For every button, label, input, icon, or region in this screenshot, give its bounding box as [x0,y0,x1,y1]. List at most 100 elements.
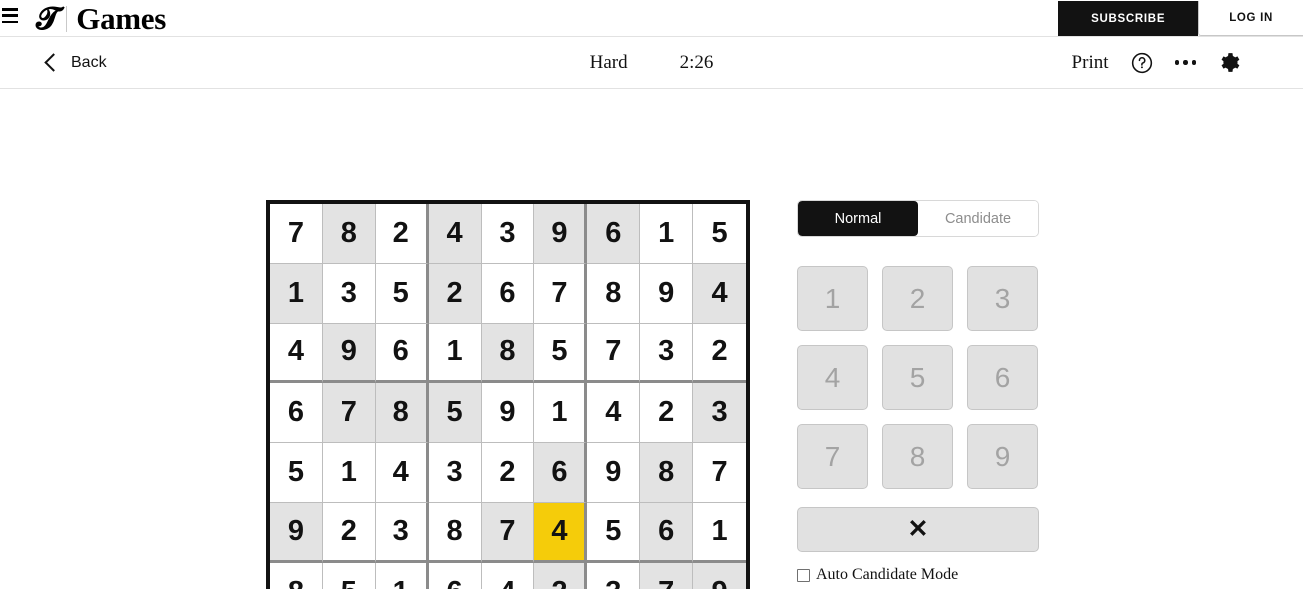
hamburger-icon[interactable] [2,8,18,23]
control-panel: Normal Candidate 123 456 789 ✕ Auto Candid… [797,200,1039,584]
sudoku-cell-r5c4[interactable]: 3 [428,443,482,503]
sudoku-cell-r3c5[interactable]: 8 [481,323,535,384]
sudoku-cell-r2c2[interactable]: 3 [322,263,376,324]
sudoku-cell-r2c8[interactable]: 9 [640,263,694,324]
sudoku-cell-r1c3[interactable]: 2 [375,204,429,264]
sudoku-cell-r7c4[interactable]: 6 [428,562,482,589]
game-toolbar: Back Hard 2:26 Print [0,37,1303,89]
sudoku-cell-r3c8[interactable]: 3 [640,323,694,384]
difficulty-label: Hard [589,51,628,73]
sudoku-cell-r5c9[interactable]: 7 [693,443,746,503]
games-wordmark: Games [76,1,167,36]
sudoku-cell-r7c3[interactable]: 1 [375,562,429,589]
numpad-key-7[interactable]: 7 [797,424,868,489]
sudoku-cell-r1c4[interactable]: 4 [428,204,482,264]
sudoku-cell-r4c2[interactable]: 7 [322,383,376,444]
sudoku-cell-r4c6[interactable]: 1 [534,383,588,444]
mode-candidate-button[interactable]: Candidate [918,201,1038,236]
sudoku-cell-r6c5[interactable]: 7 [481,502,535,563]
back-label: Back [71,53,107,71]
numpad-key-5[interactable]: 5 [882,345,953,410]
sudoku-cell-r2c6[interactable]: 7 [534,263,588,324]
sudoku-cell-r7c8[interactable]: 7 [640,562,694,589]
ellipsis-icon[interactable] [1174,60,1196,65]
sudoku-cell-r3c4[interactable]: 1 [428,323,482,384]
timer: 2:26 [679,51,714,73]
sudoku-cell-r4c1[interactable]: 6 [270,383,323,444]
sudoku-cell-r4c8[interactable]: 2 [640,383,694,444]
sudoku-cell-r1c7[interactable]: 6 [587,204,641,264]
back-button[interactable]: Back [44,53,107,72]
sudoku-cell-r5c3[interactable]: 4 [375,443,429,503]
sudoku-cell-r6c7[interactable]: 5 [587,502,641,563]
sudoku-cell-r3c6[interactable]: 5 [534,323,588,384]
sudoku-cell-r6c8[interactable]: 6 [640,502,694,563]
masthead: 𝓣 Games SUBSCRIBE LOG IN [0,0,1303,37]
sudoku-cell-r4c7[interactable]: 4 [587,383,641,444]
sudoku-cell-r6c4[interactable]: 8 [428,502,482,563]
mode-toggle[interactable]: Normal Candidate [797,200,1039,237]
sudoku-cell-r2c3[interactable]: 5 [375,263,429,324]
erase-button[interactable]: ✕ [797,507,1039,552]
sudoku-cell-r7c9[interactable]: 9 [693,562,746,589]
sudoku-cell-r7c2[interactable]: 5 [322,562,376,589]
numpad-key-3[interactable]: 3 [967,266,1038,331]
sudoku-cell-r5c5[interactable]: 2 [481,443,535,503]
sudoku-cell-r7c1[interactable]: 8 [270,562,323,589]
subscribe-button[interactable]: SUBSCRIBE [1058,1,1199,36]
sudoku-cell-r2c5[interactable]: 6 [481,263,535,324]
sudoku-cell-r5c6[interactable]: 6 [534,443,588,503]
numpad-key-9[interactable]: 9 [967,424,1038,489]
numpad-key-2[interactable]: 2 [882,266,953,331]
sudoku-cell-r1c5[interactable]: 3 [481,204,535,264]
sudoku-cell-r6c1[interactable]: 9 [270,502,323,563]
sudoku-cell-r5c7[interactable]: 9 [587,443,641,503]
sudoku-cell-r2c4[interactable]: 2 [428,263,482,324]
gear-icon[interactable] [1218,51,1241,74]
sudoku-cell-r7c5[interactable]: 4 [481,562,535,589]
sudoku-cell-r7c6[interactable]: 2 [534,562,588,589]
sudoku-cell-r6c3[interactable]: 3 [375,502,429,563]
question-circle-icon[interactable] [1131,52,1153,74]
masthead-actions: SUBSCRIBE LOG IN [1058,0,1303,37]
brand[interactable]: 𝓣 Games [36,1,166,37]
sudoku-cell-r1c1[interactable]: 7 [270,204,323,264]
sudoku-cell-r1c6[interactable]: 9 [534,204,588,264]
toolbar-actions: Print [1072,51,1241,74]
numpad-key-6[interactable]: 6 [967,345,1038,410]
numpad-key-4[interactable]: 4 [797,345,868,410]
sudoku-cell-r7c7[interactable]: 3 [587,562,641,589]
sudoku-cell-r2c1[interactable]: 1 [270,263,323,324]
sudoku-cell-r3c9[interactable]: 2 [693,323,746,384]
sudoku-cell-r5c1[interactable]: 5 [270,443,323,503]
sudoku-cell-r5c2[interactable]: 1 [322,443,376,503]
sudoku-cell-r4c5[interactable]: 9 [481,383,535,444]
sudoku-cell-r1c9[interactable]: 5 [693,204,746,264]
sudoku-cell-r3c2[interactable]: 9 [322,323,376,384]
sudoku-cell-r1c2[interactable]: 8 [322,204,376,264]
sudoku-cell-r4c4[interactable]: 5 [428,383,482,444]
login-button[interactable]: LOG IN [1198,1,1303,36]
sudoku-cell-r3c1[interactable]: 4 [270,323,323,384]
mode-normal-button[interactable]: Normal [798,201,918,236]
sudoku-cell-r3c3[interactable]: 6 [375,323,429,384]
sudoku-cell-r4c3[interactable]: 8 [375,383,429,444]
sudoku-cell-r5c8[interactable]: 8 [640,443,694,503]
print-button[interactable]: Print [1072,52,1109,74]
sudoku-cell-r3c7[interactable]: 7 [587,323,641,384]
brand-divider [66,6,68,32]
numpad-key-1[interactable]: 1 [797,266,868,331]
sudoku-cell-r6c2[interactable]: 2 [322,502,376,563]
sudoku-cell-r1c8[interactable]: 1 [640,204,694,264]
nyt-t-logo: 𝓣 [36,1,60,36]
sudoku-cell-r6c9[interactable]: 1 [693,502,746,563]
number-pad[interactable]: 123 456 789 [797,266,1039,489]
numpad-key-8[interactable]: 8 [882,424,953,489]
auto-candidate-checkbox[interactable] [797,568,810,582]
sudoku-cell-r2c7[interactable]: 8 [587,263,641,324]
sudoku-cell-r2c9[interactable]: 4 [693,263,746,324]
sudoku-board[interactable]: 7824396151352678944961857326785914235143… [266,200,750,589]
auto-candidate-row[interactable]: Auto Candidate Mode [797,566,1039,584]
sudoku-cell-r4c9[interactable]: 3 [693,383,746,444]
sudoku-cell-r6c6[interactable]: 4 [534,502,588,563]
